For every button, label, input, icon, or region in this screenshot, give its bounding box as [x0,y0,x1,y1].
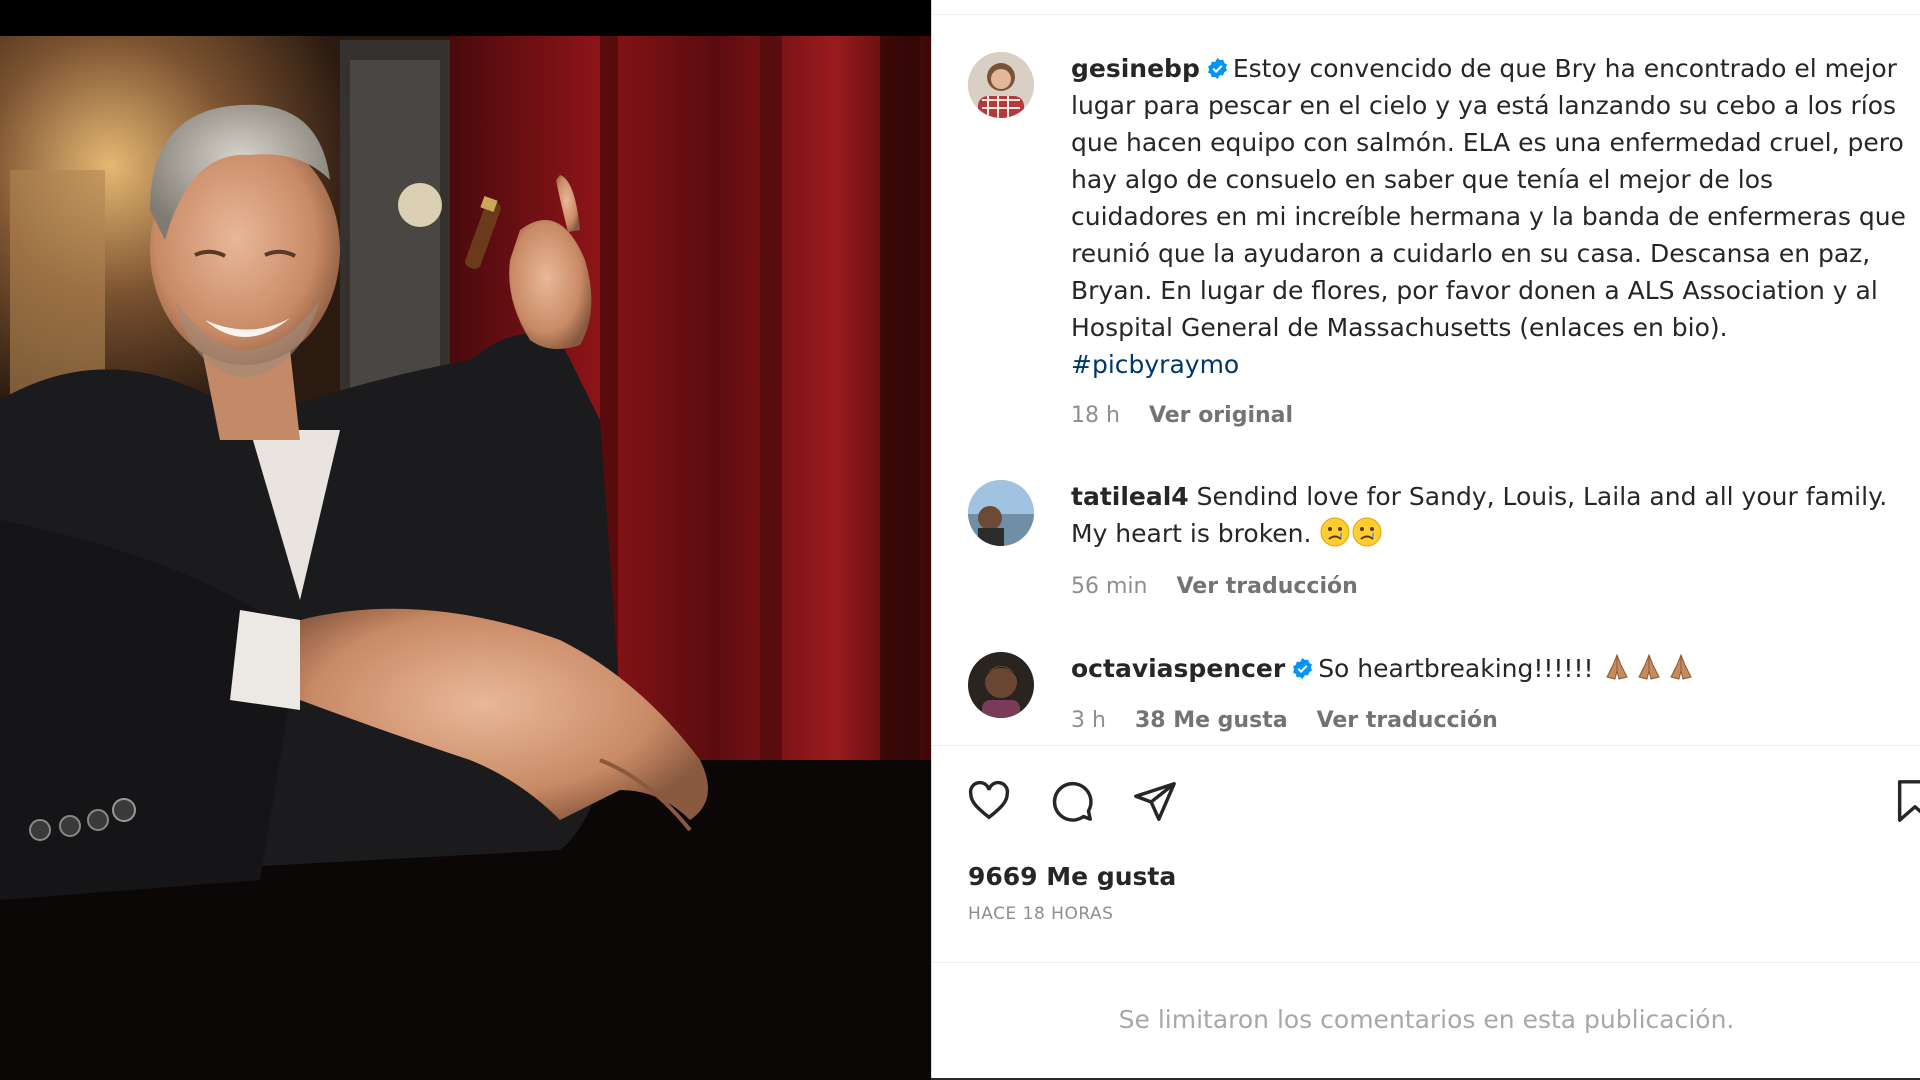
praying-hands-emoji [1606,653,1629,680]
crying-face-emoji [1352,517,1382,547]
caption-time[interactable]: 18 h [1071,403,1120,428]
comment-username[interactable]: tatileal4 [1071,482,1189,511]
heart-icon[interactable] [966,778,1012,824]
comment-icon[interactable] [1049,778,1095,824]
verified-icon [1207,57,1227,80]
post-photo[interactable] [0,0,931,1080]
comment-text: Sendind love for Sandy, Louis, Laila and… [1071,482,1888,548]
see-translation-button[interactable]: Ver traducción [1317,708,1498,733]
post-timestamp[interactable]: HACE 18 HORAS [968,904,1113,924]
divider [932,745,1920,746]
verified-icon [1293,657,1313,680]
likes-count[interactable]: 9669 Me gusta [968,862,1176,891]
comments-area[interactable]: gesinebp Estoy convencido de que Bry ha e… [932,40,1920,745]
caption-username[interactable]: gesinebp [1071,54,1200,83]
divider [932,962,1920,963]
see-translation-button[interactable]: Ver traducción [1176,574,1357,599]
comment-time[interactable]: 56 min [1071,574,1147,599]
crying-face-emoji [1320,517,1350,547]
comments-limited-notice: Se limitaron los comentarios en esta pub… [1118,1005,1735,1034]
comment-time[interactable]: 3 h [1071,708,1106,733]
comment-meta: 56 min Ver traducción [1071,574,1380,599]
avatar[interactable] [968,52,1034,118]
post-panel: gesinebp Estoy convencido de que Bry ha e… [931,0,1920,1078]
praying-hands-emoji [1670,653,1693,680]
caption-meta: 18 h Ver original [1071,403,1315,428]
avatar[interactable] [968,480,1034,546]
comment-text: So heartbreaking!!!!!! [1318,654,1594,683]
comment-meta: 3 h 38 Me gusta Ver traducción [1071,708,1520,733]
praying-hands-emoji [1638,653,1661,680]
share-icon[interactable] [1132,778,1178,824]
hashtag-link[interactable]: #picbyraymo [1071,350,1239,379]
caption-text: Estoy convencido de que Bry ha encontrad… [1071,54,1906,342]
divider [932,14,1920,15]
bookmark-icon[interactable] [1892,778,1920,824]
comment-likes[interactable]: 38 Me gusta [1135,708,1288,733]
see-original-button[interactable]: Ver original [1149,403,1293,428]
avatar[interactable] [968,652,1034,718]
post-photo-image [0,0,931,1080]
comment-username[interactable]: octaviaspencer [1071,654,1285,683]
